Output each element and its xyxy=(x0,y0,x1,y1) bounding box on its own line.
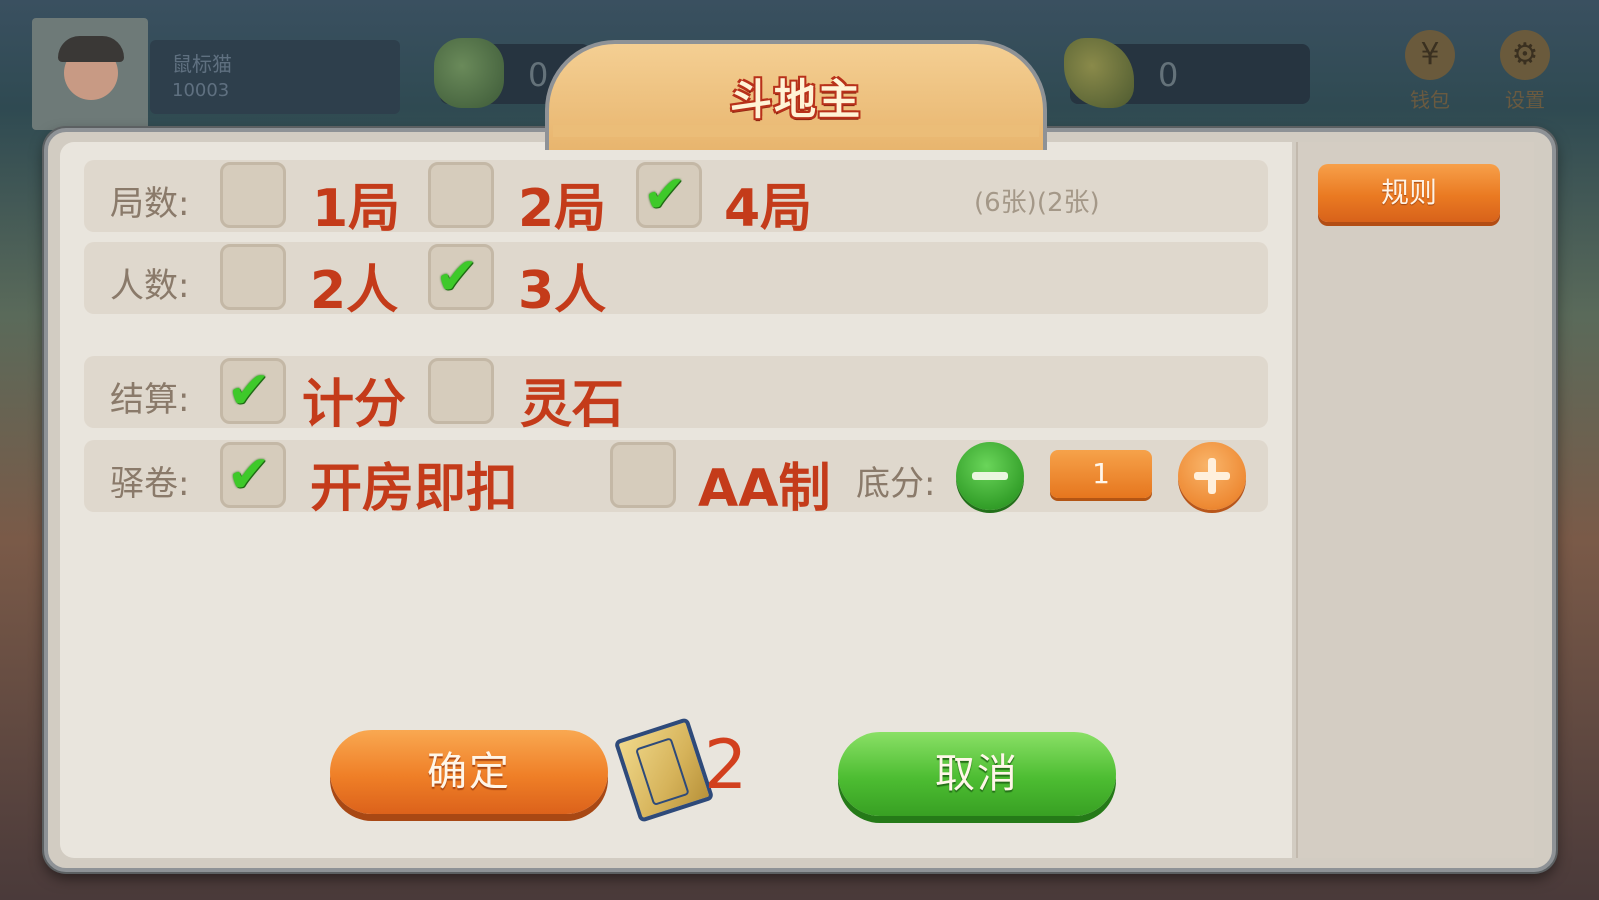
pay-aa-checkbox[interactable] xyxy=(610,442,676,508)
room-card-cost: 2 xyxy=(704,726,748,805)
settings-button[interactable]: ⚙ 设置 xyxy=(1495,30,1555,113)
payment-label: 驿卷: xyxy=(110,464,190,504)
wallet-button[interactable]: ¥ 钱包 xyxy=(1400,30,1460,113)
players-row: 人数: 2人 ✔ 3人 xyxy=(84,242,1268,321)
stone-count: 0 xyxy=(1158,56,1179,94)
players-label: 人数: xyxy=(110,266,190,306)
players-2-label[interactable]: 2人 xyxy=(310,248,398,323)
base-score-label: 底分: xyxy=(856,464,936,504)
players-3-label[interactable]: 3人 xyxy=(518,248,606,323)
rounds-1-label[interactable]: 1局 xyxy=(312,166,400,241)
settlement-stone-checkbox[interactable] xyxy=(428,358,494,424)
wallet-label: 钱包 xyxy=(1410,88,1450,112)
spirit-stone-icon xyxy=(1064,38,1134,108)
room-card-inner xyxy=(635,737,690,806)
jade-count: 0 xyxy=(528,56,549,94)
rounds-2-label[interactable]: 2局 xyxy=(518,166,606,241)
checkmark-icon: ✔ xyxy=(227,445,271,505)
checkmark-icon: ✔ xyxy=(435,247,479,307)
settlement-stone-label[interactable]: 灵石 xyxy=(520,362,624,437)
avatar-hat xyxy=(58,36,124,62)
increase-score-button[interactable] xyxy=(1178,442,1246,510)
rules-button[interactable]: 规则 xyxy=(1318,164,1500,222)
money-bag-icon: ¥ xyxy=(1405,30,1455,80)
player-id: 10003 xyxy=(172,80,230,101)
base-score-value: 1 xyxy=(1050,450,1152,498)
dialog-title: 斗地主 xyxy=(729,75,862,124)
checkmark-icon: ✔ xyxy=(643,165,687,225)
minus-icon xyxy=(972,472,1008,480)
player-name: 鼠标猫 xyxy=(172,52,232,76)
options-panel: 局数: 1局 2局 ✔ 4局 (6张)(2张) 人数: 2人 ✔ 3人 结算: xyxy=(60,142,1292,858)
rounds-label: 局数: xyxy=(110,184,190,224)
rounds-cost-note: (6张)(2张) xyxy=(974,188,1100,218)
checkmark-icon: ✔ xyxy=(227,361,271,421)
settings-label: 设置 xyxy=(1505,88,1545,112)
pay-aa-label[interactable]: AA制 xyxy=(698,446,831,521)
tab-joint xyxy=(553,125,1039,137)
dialog-sidebar: 规则 xyxy=(1296,142,1534,858)
players-3-checkbox[interactable]: ✔ xyxy=(428,244,494,310)
settlement-score-label[interactable]: 计分 xyxy=(302,362,406,437)
decrease-score-button[interactable] xyxy=(956,442,1024,510)
pay-upfront-label[interactable]: 开房即扣 xyxy=(310,446,518,521)
rounds-2-checkbox[interactable] xyxy=(428,162,494,228)
gear-icon: ⚙ xyxy=(1500,30,1550,80)
room-card-icon xyxy=(613,717,715,823)
payment-row: 驿卷: ✔ 开房即扣 AA制 底分: 1 xyxy=(84,440,1268,519)
create-room-dialog: 局数: 1局 2局 ✔ 4局 (6张)(2张) 人数: 2人 ✔ 3人 结算: xyxy=(44,128,1556,872)
player-info: 鼠标猫 10003 xyxy=(150,40,400,114)
rounds-4-label[interactable]: 4局 xyxy=(724,166,812,241)
rounds-4-checkbox[interactable]: ✔ xyxy=(636,162,702,228)
jade-icon xyxy=(434,38,504,108)
cancel-button[interactable]: 取消 xyxy=(838,732,1116,816)
stone-resource[interactable]: 0 xyxy=(1064,38,1310,108)
settlement-score-checkbox[interactable]: ✔ xyxy=(220,358,286,424)
settlement-label: 结算: xyxy=(110,380,190,420)
rounds-1-checkbox[interactable] xyxy=(220,162,286,228)
pay-upfront-checkbox[interactable]: ✔ xyxy=(220,442,286,508)
settlement-row: 结算: ✔ 计分 灵石 xyxy=(84,356,1268,435)
players-2-checkbox[interactable] xyxy=(220,244,286,310)
plus-icon-vertical xyxy=(1208,458,1216,494)
rounds-row: 局数: 1局 2局 ✔ 4局 (6张)(2张) xyxy=(84,160,1268,239)
player-avatar[interactable] xyxy=(32,18,148,130)
confirm-button[interactable]: 确定 xyxy=(330,730,608,814)
